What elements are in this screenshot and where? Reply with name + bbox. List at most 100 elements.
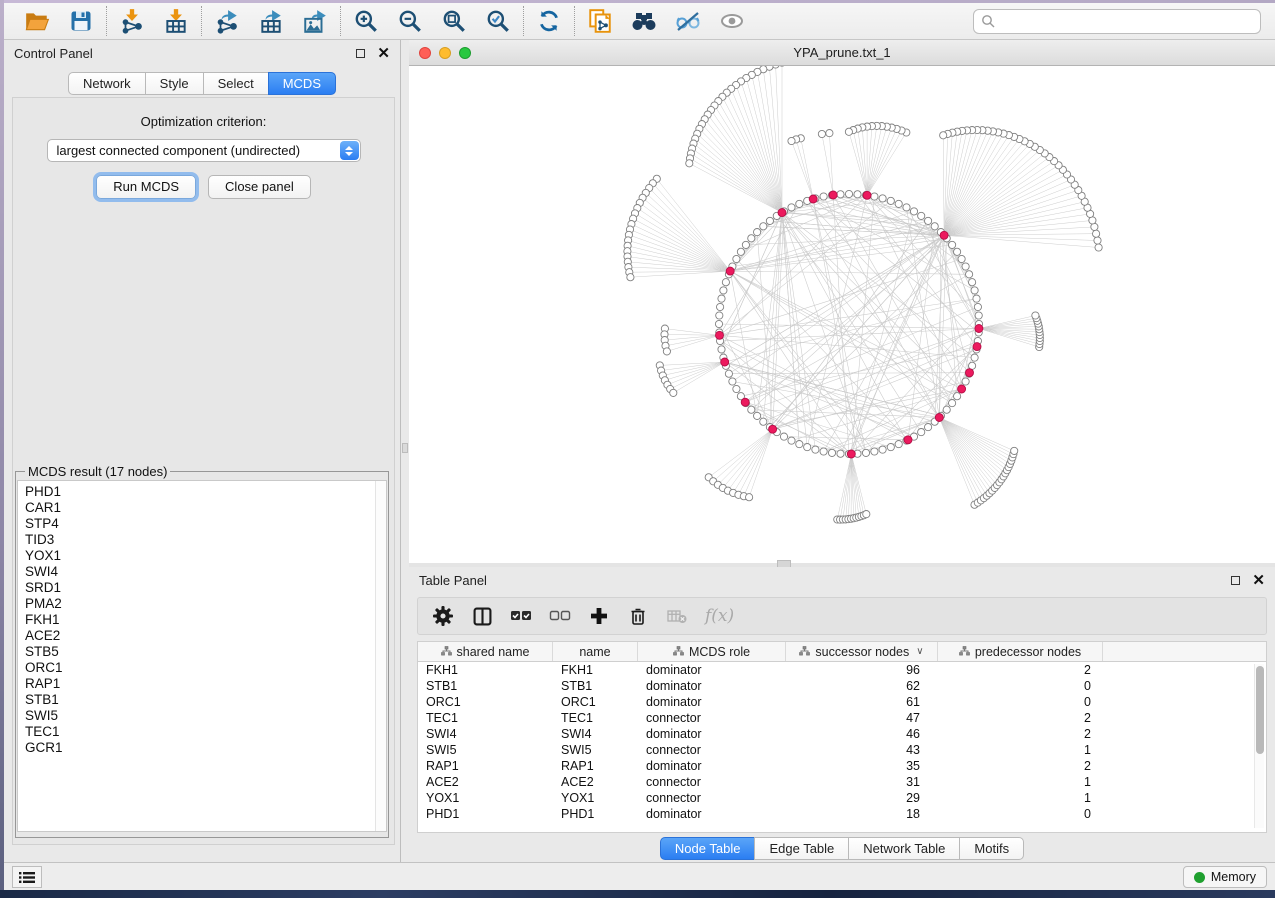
column-header-name[interactable]: name [553, 642, 638, 661]
mcds-result-item[interactable]: PHD1 [25, 484, 386, 500]
unselect-all-columns-icon[interactable] [549, 605, 571, 627]
column-header-shared-name[interactable]: shared name [418, 642, 553, 661]
delete-column-icon[interactable] [627, 605, 649, 627]
copy-network-icon[interactable] [585, 6, 615, 36]
mcds-result-item[interactable]: SWI5 [25, 708, 386, 724]
mcds-hub-node[interactable] [769, 425, 777, 433]
mcds-hub-node[interactable] [726, 267, 734, 275]
zoom-selected-icon[interactable] [483, 6, 513, 36]
optimization-criterion-select[interactable]: largest connected component (undirected) [47, 139, 361, 162]
float-panel-icon[interactable] [356, 49, 365, 58]
add-column-icon[interactable] [588, 605, 610, 627]
table-row[interactable]: SWI4SWI4dominator462 [418, 726, 1266, 742]
table-row[interactable]: STB1STB1dominator620 [418, 678, 1266, 694]
table-cell-name: ORC1 [553, 695, 638, 709]
zoom-in-icon[interactable] [351, 6, 381, 36]
mcds-hub-node[interactable] [863, 191, 871, 199]
mcds-hub-node[interactable] [716, 331, 724, 339]
mcds-hub-node[interactable] [966, 369, 974, 377]
zoom-fit-icon[interactable] [439, 6, 469, 36]
select-all-columns-icon[interactable] [510, 605, 532, 627]
mcds-result-item[interactable]: TEC1 [25, 724, 386, 740]
network-window-titlebar[interactable]: YPA_prune.txt_1 [409, 40, 1275, 66]
close-panel-button[interactable]: Close panel [208, 175, 311, 199]
mcds-result-item[interactable]: RAP1 [25, 676, 386, 692]
table-row[interactable]: ACE2ACE2connector311 [418, 774, 1266, 790]
binoculars-icon[interactable] [629, 6, 659, 36]
mcds-result-item[interactable]: CAR1 [25, 500, 386, 516]
table-row[interactable]: RAP1RAP1dominator352 [418, 758, 1266, 774]
float-panel-icon[interactable] [1231, 576, 1240, 585]
table-row[interactable]: YOX1YOX1connector291 [418, 790, 1266, 806]
mcds-hub-node[interactable] [847, 450, 855, 458]
import-network-icon[interactable] [117, 6, 147, 36]
table-cell-name: YOX1 [553, 791, 638, 805]
memory-button[interactable]: Memory [1183, 866, 1267, 888]
mcds-result-item[interactable]: SWI4 [25, 564, 386, 580]
save-session-icon[interactable] [66, 6, 96, 36]
column-header-successor-nodes[interactable]: successor nodes∨ [786, 642, 938, 661]
mcds-hub-node[interactable] [935, 414, 943, 422]
mcds-result-item[interactable]: ACE2 [25, 628, 386, 644]
gear-icon[interactable] [432, 605, 454, 627]
mcds-hub-node[interactable] [721, 358, 729, 366]
splitter-handle[interactable] [402, 443, 408, 453]
mcds-result-list[interactable]: PHD1CAR1STP4TID3YOX1SWI4SRD1PMA2FKH1ACE2… [17, 480, 387, 832]
split-columns-icon[interactable] [471, 605, 493, 627]
mcds-hub-node[interactable] [904, 436, 912, 444]
table-row[interactable]: FKH1FKH1dominator962 [418, 662, 1266, 678]
mcds-hub-node[interactable] [958, 385, 966, 393]
mcds-hub-node[interactable] [829, 191, 837, 199]
close-panel-icon[interactable]: ✕ [377, 46, 390, 61]
search-input[interactable] [973, 9, 1261, 34]
column-header-MCDS-role[interactable]: MCDS role [638, 642, 786, 661]
mcds-result-item[interactable]: STB1 [25, 692, 386, 708]
run-mcds-button[interactable]: Run MCDS [96, 175, 196, 199]
mcds-result-item[interactable]: GCR1 [25, 740, 386, 756]
table-scrollbar[interactable] [1254, 664, 1264, 828]
mcds-hub-node[interactable] [973, 343, 981, 351]
tab-mcds[interactable]: MCDS [268, 72, 336, 95]
tab-style[interactable]: Style [145, 72, 204, 95]
show-panels-list-button[interactable] [12, 866, 42, 888]
mcds-result-item[interactable]: TID3 [25, 532, 386, 548]
eye-icon[interactable] [717, 6, 747, 36]
mcds-result-item[interactable]: SRD1 [25, 580, 386, 596]
tab-motifs[interactable]: Motifs [959, 837, 1024, 860]
tab-node-table[interactable]: Node Table [660, 837, 756, 860]
refresh-layout-icon[interactable] [534, 6, 564, 36]
export-image-icon[interactable] [300, 6, 330, 36]
tab-edge-table[interactable]: Edge Table [754, 837, 849, 860]
vertical-splitter[interactable] [401, 40, 409, 862]
mcds-list-scrollbar[interactable] [375, 481, 386, 831]
hide-glasses-icon[interactable] [673, 6, 703, 36]
table-row[interactable]: TEC1TEC1connector472 [418, 710, 1266, 726]
scrollbar-thumb[interactable] [1256, 666, 1264, 754]
mcds-hub-node[interactable] [741, 398, 749, 406]
tab-network-table[interactable]: Network Table [848, 837, 960, 860]
mcds-result-item[interactable]: FKH1 [25, 612, 386, 628]
table-row[interactable]: ORC1ORC1dominator610 [418, 694, 1266, 710]
close-panel-icon[interactable]: ✕ [1252, 573, 1265, 588]
table-row[interactable]: SWI5SWI5connector431 [418, 742, 1266, 758]
mcds-result-item[interactable]: PMA2 [25, 596, 386, 612]
mcds-hub-node[interactable] [940, 231, 948, 239]
import-table-icon[interactable] [161, 6, 191, 36]
mcds-result-item[interactable]: STP4 [25, 516, 386, 532]
tab-select[interactable]: Select [203, 72, 269, 95]
mcds-hub-node[interactable] [975, 325, 983, 333]
mcds-hub-node[interactable] [778, 209, 786, 217]
tab-network[interactable]: Network [68, 72, 146, 95]
export-network-icon[interactable] [212, 6, 242, 36]
table-row[interactable]: PHD1PHD1dominator180 [418, 806, 1266, 822]
network-canvas[interactable] [409, 66, 1275, 563]
mcds-hub-node[interactable] [809, 195, 817, 203]
mcds-result-item[interactable]: STB5 [25, 644, 386, 660]
open-session-icon[interactable] [22, 6, 52, 36]
mcds-result-item[interactable]: YOX1 [25, 548, 386, 564]
column-header-predecessor-nodes[interactable]: predecessor nodes [938, 642, 1103, 661]
zoom-out-icon[interactable] [395, 6, 425, 36]
mcds-result-item[interactable]: ORC1 [25, 660, 386, 676]
export-table-icon[interactable] [256, 6, 286, 36]
network-graph[interactable] [409, 66, 1275, 563]
